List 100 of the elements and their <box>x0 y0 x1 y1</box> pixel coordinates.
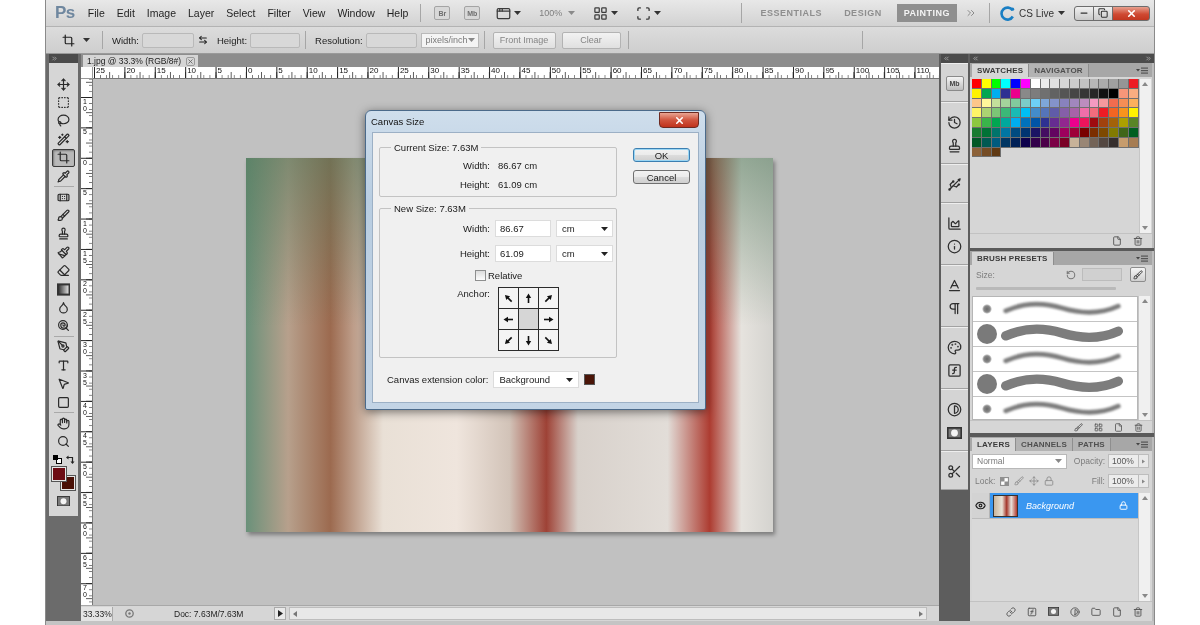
anchor-cell[interactable] <box>499 330 518 350</box>
quick-mask-icon[interactable] <box>57 495 70 506</box>
history-icon[interactable] <box>947 115 962 130</box>
collapse-icon[interactable] <box>1145 55 1152 62</box>
color-swatch[interactable] <box>1030 137 1041 148</box>
color-swatch[interactable] <box>972 79 982 89</box>
mask-icon[interactable] <box>1048 607 1059 616</box>
tab-close-button[interactable] <box>186 56 196 66</box>
panel-menu-icon[interactable] <box>1136 254 1148 262</box>
color-swatch[interactable] <box>1021 88 1031 99</box>
menu-item[interactable]: Filter <box>261 7 297 19</box>
color-swatch[interactable] <box>1118 98 1129 109</box>
color-swatch[interactable] <box>1089 79 1100 89</box>
color-swatch[interactable] <box>1001 108 1012 119</box>
lock-icon[interactable] <box>1044 476 1055 486</box>
contrast-icon[interactable] <box>947 402 962 417</box>
color-swatch[interactable] <box>1069 137 1080 148</box>
color-swatch[interactable] <box>1021 98 1031 109</box>
color-swatch[interactable] <box>1128 79 1139 89</box>
anchor-cell[interactable] <box>539 330 558 350</box>
color-swatch[interactable] <box>991 118 1002 128</box>
color-swatch[interactable] <box>972 98 982 109</box>
anchor-cell[interactable] <box>519 288 538 308</box>
color-swatch[interactable] <box>1001 128 1012 138</box>
color-swatch[interactable] <box>1099 98 1110 109</box>
color-swatch[interactable] <box>1109 79 1119 89</box>
input-field[interactable] <box>250 32 301 48</box>
checkerboard-icon[interactable] <box>1000 476 1010 486</box>
brush-preset[interactable] <box>973 322 1137 347</box>
view-extras-button[interactable] <box>496 5 522 21</box>
color-swatch[interactable] <box>1001 79 1012 89</box>
color-swatch[interactable] <box>1030 79 1041 89</box>
color-swatch[interactable] <box>1021 108 1031 119</box>
color-swatch[interactable] <box>1069 128 1080 138</box>
crop-tool[interactable] <box>52 148 75 167</box>
expand-icon[interactable] <box>972 55 979 62</box>
color-swatch[interactable] <box>1128 88 1139 99</box>
cs-live-button[interactable]: CS Live <box>1000 5 1065 21</box>
color-swatch[interactable] <box>1089 88 1100 99</box>
color-swatch[interactable] <box>1060 79 1070 89</box>
color-swatch[interactable] <box>1001 88 1012 99</box>
color-swatch[interactable] <box>1060 118 1070 128</box>
scrollbar[interactable] <box>1138 493 1150 601</box>
input-field[interactable]: 86.67 <box>495 220 551 237</box>
menu-item[interactable]: Edit <box>110 7 141 19</box>
usb-icon[interactable] <box>947 177 962 192</box>
color-swatch[interactable] <box>981 88 992 99</box>
color-swatch[interactable] <box>1021 128 1031 138</box>
color-swatch[interactable] <box>1128 128 1139 138</box>
color-swatch[interactable] <box>1040 118 1051 128</box>
color-swatch[interactable] <box>1069 79 1080 89</box>
status-menu-button[interactable] <box>274 607 286 620</box>
color-swatch[interactable] <box>1030 88 1041 99</box>
anchor-cell[interactable] <box>499 288 518 308</box>
color-swatch[interactable] <box>1089 108 1100 119</box>
baseline-icon[interactable] <box>947 278 962 293</box>
color-swatch[interactable] <box>981 137 992 148</box>
color-swatch[interactable] <box>1079 79 1090 89</box>
menu-item[interactable]: Help <box>380 7 415 19</box>
color-swatch[interactable] <box>1060 137 1070 148</box>
color-swatch[interactable] <box>1011 128 1021 138</box>
color-swatch[interactable] <box>1050 79 1061 89</box>
close-button[interactable] <box>1112 5 1150 21</box>
down-arrow-icon[interactable] <box>1142 226 1149 230</box>
color-swatch[interactable] <box>1089 128 1100 138</box>
color-swatch[interactable] <box>1050 108 1061 119</box>
function-icon[interactable] <box>947 363 962 378</box>
color-swatch[interactable] <box>1011 79 1021 89</box>
expand-icon[interactable] <box>943 55 950 62</box>
anchor-cell[interactable] <box>539 288 558 308</box>
menu-item[interactable]: File <box>81 7 111 19</box>
down-arrow-icon[interactable] <box>1141 594 1148 598</box>
color-swatch[interactable] <box>1069 88 1080 99</box>
up-arrow-icon[interactable] <box>1141 496 1148 500</box>
swap-icon[interactable] <box>197 35 208 45</box>
color-swatch[interactable] <box>1069 98 1080 109</box>
color-swatch[interactable] <box>1040 79 1051 89</box>
pilcrow-icon[interactable] <box>947 301 962 316</box>
fill-menu-button[interactable] <box>1139 474 1149 488</box>
color-swatch[interactable] <box>1030 98 1041 109</box>
restore-button[interactable] <box>1093 5 1113 21</box>
color-swatch[interactable] <box>1050 128 1061 138</box>
close-button[interactable] <box>659 112 699 128</box>
anchor-cell[interactable] <box>499 309 518 329</box>
color-swatch[interactable] <box>1011 88 1021 99</box>
unit-dropdown[interactable]: cm <box>556 245 613 262</box>
input-field[interactable] <box>365 32 417 48</box>
histogram-icon[interactable] <box>947 216 962 231</box>
color-swatch[interactable] <box>991 108 1002 119</box>
brush-panel-button[interactable] <box>1130 267 1146 282</box>
menu-item[interactable]: View <box>296 7 332 19</box>
left-arrow-icon[interactable] <box>293 610 297 617</box>
color-swatch[interactable] <box>1040 88 1051 99</box>
input-field[interactable] <box>1082 268 1122 281</box>
new-page-icon[interactable] <box>1112 236 1122 246</box>
color-swatch[interactable] <box>991 79 1002 89</box>
color-swatch[interactable] <box>1118 79 1129 89</box>
color-swatch[interactable] <box>1030 128 1041 138</box>
trash-icon[interactable] <box>1133 606 1143 617</box>
color-swatch[interactable] <box>981 147 992 158</box>
